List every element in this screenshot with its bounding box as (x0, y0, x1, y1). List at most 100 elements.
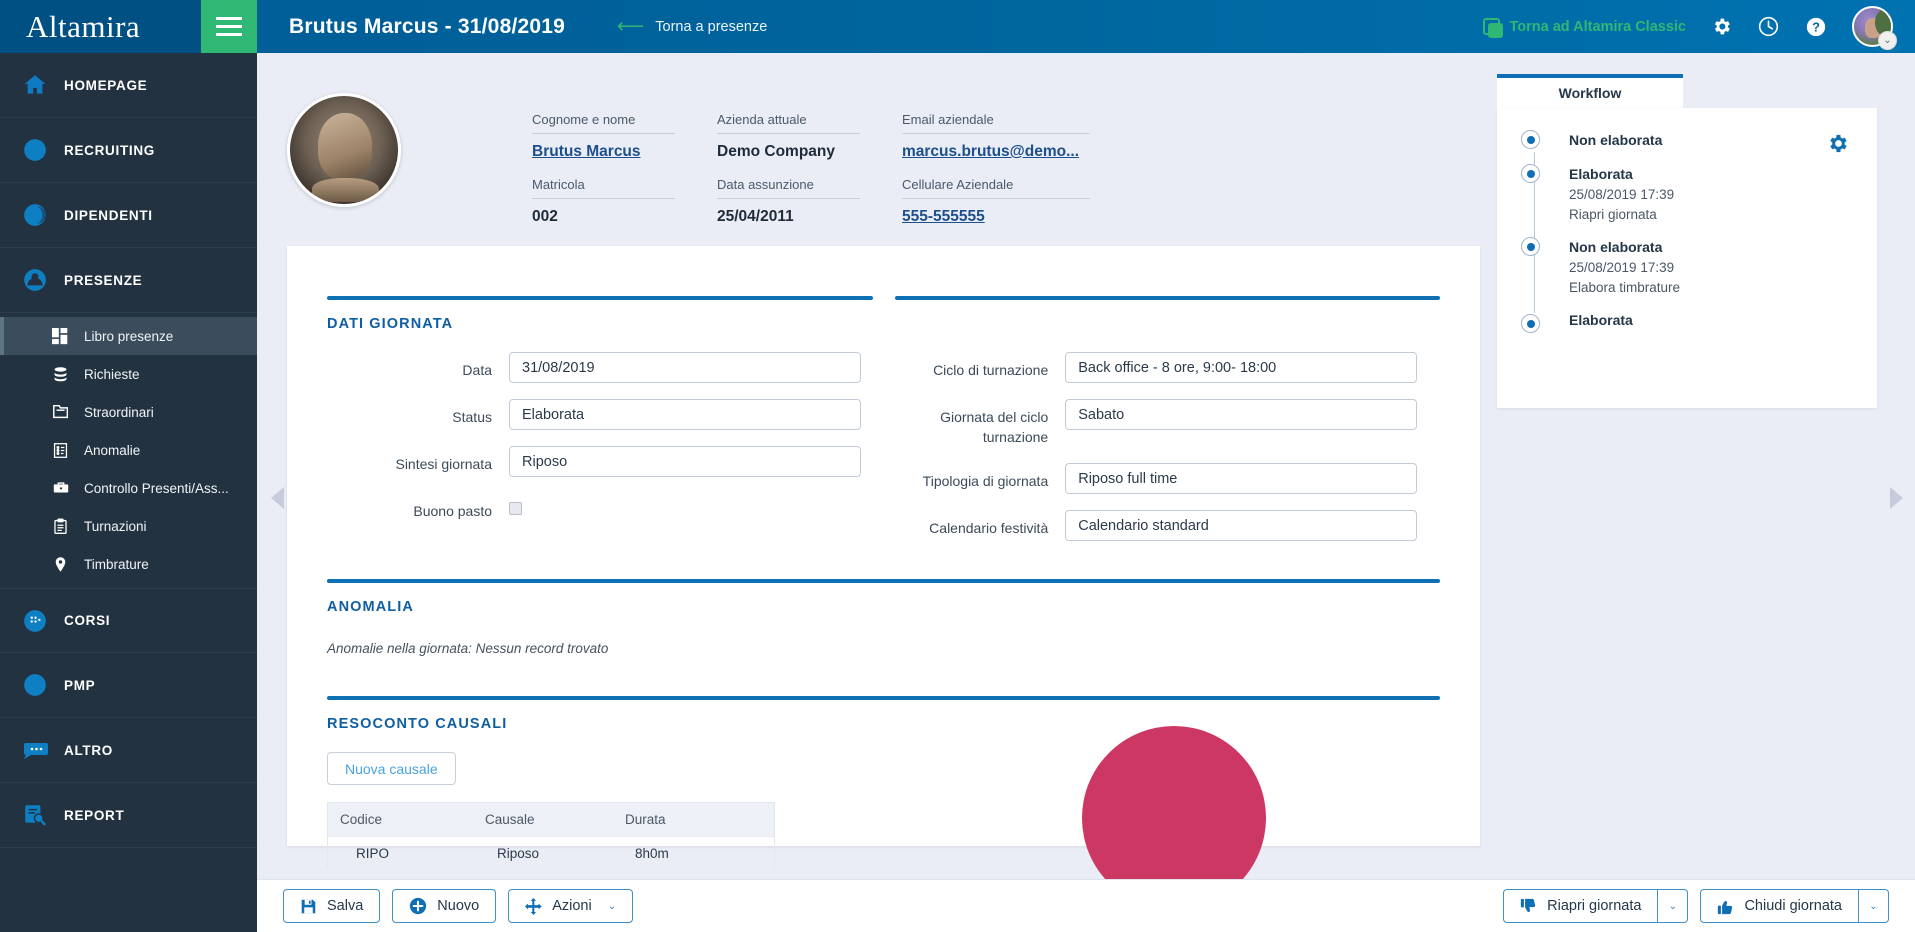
sidebar-item-controllo-presenti[interactable]: Controllo Presenti/Ass... (0, 469, 257, 507)
chevron-right-icon[interactable] (1890, 487, 1903, 509)
sidebar-item-presenze[interactable]: PRESENZE (0, 248, 257, 313)
input-data[interactable]: 31/08/2019 (509, 352, 862, 383)
workflow-step-action: Riapri giornata (1569, 206, 1657, 222)
altamira-classic-link[interactable]: Torna ad Altamira Classic (1482, 18, 1686, 38)
brand-logo[interactable]: Altamira (0, 0, 201, 53)
chevron-left-icon[interactable] (271, 487, 284, 509)
document-icon (52, 442, 84, 459)
employee-field: Data assunzione 25/04/2011 (717, 177, 902, 226)
input-ciclo-turnazione[interactable]: Back office - 8 ore, 9:00- 18:00 (1065, 352, 1418, 383)
hamburger-icon[interactable] (201, 0, 257, 53)
sidebar-item-dipendenti[interactable]: DIPENDENTI (0, 183, 257, 248)
checkbox-buono-pasto[interactable] (509, 502, 522, 515)
sidebar-label-corsi: CORSI (64, 613, 111, 628)
close-day-label: Chiudi giornata (1744, 898, 1842, 914)
bottom-toolbar: Salva Nuovo Azioni ⌄ Riapri giornata ⌄ C… (257, 879, 1915, 932)
workflow-step: Non elaborata (1521, 130, 1853, 151)
avatar[interactable]: ⌄ (1852, 6, 1897, 50)
actions-label: Azioni (552, 898, 592, 914)
chevron-down-icon[interactable]: ⌄ (1859, 889, 1889, 923)
workflow-step-timestamp: 25/08/2019 17:39 (1569, 187, 1675, 202)
new-button[interactable]: Nuovo (392, 889, 497, 923)
tab-workflow[interactable]: Workflow (1497, 74, 1683, 108)
workflow-step-state: Elaborata (1569, 312, 1633, 329)
nuova-causale-button[interactable]: Nuova causale (327, 752, 456, 786)
field-label: Azienda attuale (717, 112, 860, 134)
page-title: Brutus Marcus - 31/08/2019 (289, 14, 565, 38)
workflow-step-state: Non elaborata (1569, 239, 1663, 256)
form-row-data: Data 31/08/2019 (327, 352, 862, 383)
sidebar-item-corsi[interactable]: CORSI (0, 588, 257, 653)
sidebar-item-anomalie[interactable]: Anomalie (0, 431, 257, 469)
sidebar-item-richieste[interactable]: Richieste (0, 355, 257, 393)
cell-durata: 8h0m (635, 845, 669, 861)
other-icon (22, 739, 64, 761)
pin-icon (52, 556, 84, 573)
workflow-step-action: Elabora timbrature (1569, 279, 1681, 295)
sidebar-item-timbrature[interactable]: Timbrature (0, 545, 257, 583)
sidebar-label-dipendenti: DIPENDENTI (64, 207, 153, 223)
reopen-day-button[interactable]: Riapri giornata (1503, 889, 1659, 923)
workflow-step-state: Elaborata (1569, 166, 1633, 182)
sidebar-item-altro[interactable]: ALTRO (0, 718, 257, 783)
sidebar: HOMEPAGE RECRUITING DIPENDENTI PRESENZE … (0, 53, 257, 932)
close-day-button[interactable]: Chiudi giornata (1700, 889, 1859, 923)
actions-button[interactable]: Azioni ⌄ (508, 889, 634, 923)
sidebar-label-altro: ALTRO (64, 742, 113, 758)
input-tipologia-giornata[interactable]: Riposo full time (1065, 463, 1418, 495)
clock-icon[interactable] (1757, 15, 1780, 38)
sidebar-sublabel-controllo-presenti: Controllo Presenti/Ass... (84, 480, 229, 496)
input-calendario-festivita[interactable]: Calendario standard (1065, 510, 1418, 542)
workflow-body: Non elaborata Elaborata 25/08/2019 17:39… (1497, 108, 1877, 408)
gear-icon[interactable] (1711, 16, 1732, 37)
timeline-dot-icon (1521, 314, 1540, 334)
sidebar-item-turnazioni[interactable]: Turnazioni (0, 507, 257, 545)
back-to-presenze-link[interactable]: ⟵ Torna a presenze (617, 17, 767, 36)
save-button[interactable]: Salva (283, 889, 381, 923)
move-icon (525, 897, 542, 915)
field-value-cellulare[interactable]: 555-555555 (902, 199, 1132, 226)
input-giornata-ciclo[interactable]: Sabato (1065, 399, 1418, 430)
field-label: Cellulare Aziendale (902, 177, 1090, 199)
sidebar-sublabel-libro-presenze: Libro presenze (84, 328, 174, 344)
form-column-right: Ciclo di turnazione Back office - 8 ore,… (883, 352, 1418, 557)
employee-col-3: Email aziendale marcus.brutus@demo... Ce… (902, 112, 1132, 249)
sidebar-item-report[interactable]: REPORT (0, 783, 257, 848)
field-value-cognome-nome[interactable]: Brutus Marcus (532, 134, 717, 161)
database-icon (52, 366, 84, 383)
field-label: Data assunzione (717, 177, 860, 199)
brand-text: Altamira (26, 8, 141, 44)
top-bar-actions: Torna ad Altamira Classic ? ⌄ (1482, 6, 1915, 50)
dati-giornata-form: Data 31/08/2019 Status Elaborata Sintesi… (327, 352, 1440, 557)
field-value-azienda: Demo Company (717, 143, 835, 160)
input-sintesi-giornata[interactable]: Riposo (509, 446, 862, 477)
table-row[interactable]: RIPO Riposo 8h0m (328, 836, 774, 869)
sidebar-label-homepage: HOMEPAGE (64, 77, 148, 93)
employee-col-2: Azienda attuale Demo Company Data assunz… (717, 112, 902, 249)
input-status[interactable]: Elaborata (509, 399, 862, 430)
employee-photo (287, 93, 401, 207)
help-icon[interactable]: ? (1805, 16, 1827, 38)
sidebar-item-pmp[interactable]: PMP (0, 653, 257, 718)
workflow-step: Non elaborata 25/08/2019 17:39 Elabora t… (1521, 237, 1853, 297)
table-header-row: Codice Causale Durata (328, 803, 774, 837)
field-label: Cognome e nome (532, 112, 675, 134)
sidebar-item-libro-presenze[interactable]: Libro presenze (0, 317, 257, 355)
label-sintesi-giornata: Sintesi giornata (395, 456, 492, 472)
field-value-email[interactable]: marcus.brutus@demo... (902, 134, 1132, 161)
employee-col-1: Cognome e nome Brutus Marcus Matricola 0… (532, 112, 717, 249)
sidebar-item-straordinari[interactable]: Straordinari (0, 393, 257, 431)
cell-causale: Riposo (497, 845, 540, 861)
chevron-down-icon[interactable]: ⌄ (1658, 889, 1689, 923)
sidebar-item-recruiting[interactable]: RECRUITING (0, 118, 257, 183)
field-label: Matricola (532, 177, 675, 199)
section-rule (894, 296, 1440, 300)
employee-field: Cognome e nome Brutus Marcus (532, 112, 717, 161)
form-row-tipologia-giornata: Tipologia di giornata Riposo full time (883, 463, 1418, 495)
chevron-down-icon[interactable]: ⌄ (608, 901, 616, 912)
chevron-down-icon[interactable]: ⌄ (1878, 31, 1897, 50)
label-tipologia-giornata: Tipologia di giornata (922, 473, 1049, 490)
sidebar-item-homepage[interactable]: HOMEPAGE (0, 53, 257, 118)
save-label: Salva (327, 898, 364, 914)
briefcase-icon (52, 479, 84, 497)
